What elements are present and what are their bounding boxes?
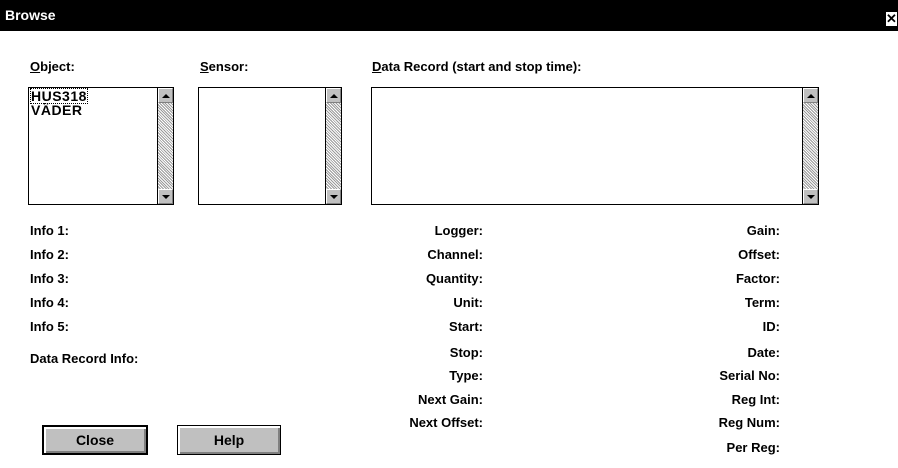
serial-no-label: Serial No: [719, 368, 780, 383]
reg-num-label: Reg Num: [718, 415, 780, 430]
down-arrow-icon [330, 195, 338, 199]
gain-label: Gain: [746, 223, 780, 238]
term-label: Term: [744, 295, 780, 310]
id-label: ID: [762, 319, 780, 334]
info-4-label: Info 4: [30, 295, 69, 310]
sensor-scrollbar[interactable] [325, 88, 341, 204]
reg-int-label: Reg Int: [731, 392, 780, 407]
next-gain-label: Next Gain: [417, 392, 483, 407]
list-item[interactable]: VÄDER [31, 103, 87, 117]
channel-label: Channel: [427, 247, 483, 262]
info-2-label: Info 2: [30, 247, 69, 262]
list-item[interactable]: HUS318 [30, 88, 88, 104]
down-arrow-icon [807, 195, 815, 199]
scroll-up-button[interactable] [326, 88, 341, 103]
up-arrow-icon [807, 94, 815, 98]
data-record-label: Data Record (start and stop time): [372, 59, 582, 74]
title-bar: Browse ✕ [0, 0, 898, 31]
up-arrow-icon [162, 94, 170, 98]
info-5-label: Info 5: [30, 319, 69, 334]
start-label: Start: [449, 319, 483, 334]
unit-label: Unit: [453, 295, 483, 310]
date-label: Date: [747, 345, 780, 360]
sensor-listbox[interactable] [198, 87, 342, 205]
scroll-up-button[interactable] [158, 88, 173, 103]
window-title: Browse [5, 7, 56, 23]
scroll-up-button[interactable] [803, 88, 818, 103]
sensor-label: Sensor: [200, 59, 249, 74]
factor-label: Factor: [735, 271, 780, 286]
data-record-listbox[interactable] [371, 87, 819, 205]
offset-label: Offset: [738, 247, 780, 262]
type-label: Type: [449, 368, 483, 383]
close-button[interactable]: Close [42, 425, 148, 455]
object-label: Object: [30, 59, 75, 74]
object-listbox[interactable]: HUS318 VÄDER [28, 87, 174, 205]
object-list-items: HUS318 VÄDER [30, 88, 88, 117]
browse-dialog: Browse ✕ Object: Sensor: Data Record (st… [0, 0, 898, 468]
scroll-down-button[interactable] [803, 189, 818, 204]
next-offset-label: Next Offset: [409, 415, 483, 430]
object-scrollbar[interactable] [157, 88, 173, 204]
stop-label: Stop: [449, 345, 483, 360]
up-arrow-icon [330, 94, 338, 98]
scroll-down-button[interactable] [326, 189, 341, 204]
scroll-down-button[interactable] [158, 189, 173, 204]
info-3-label: Info 3: [30, 271, 69, 286]
close-icon[interactable]: ✕ [885, 11, 898, 27]
data-record-info-label: Data Record Info: [30, 351, 139, 366]
quantity-label: Quantity: [425, 271, 483, 286]
per-reg-label: Per Reg: [726, 440, 780, 455]
data-record-scrollbar[interactable] [802, 88, 818, 204]
down-arrow-icon [162, 195, 170, 199]
help-button[interactable]: Help [177, 425, 281, 455]
logger-label: Logger: [434, 223, 483, 238]
info-1-label: Info 1: [30, 223, 69, 238]
